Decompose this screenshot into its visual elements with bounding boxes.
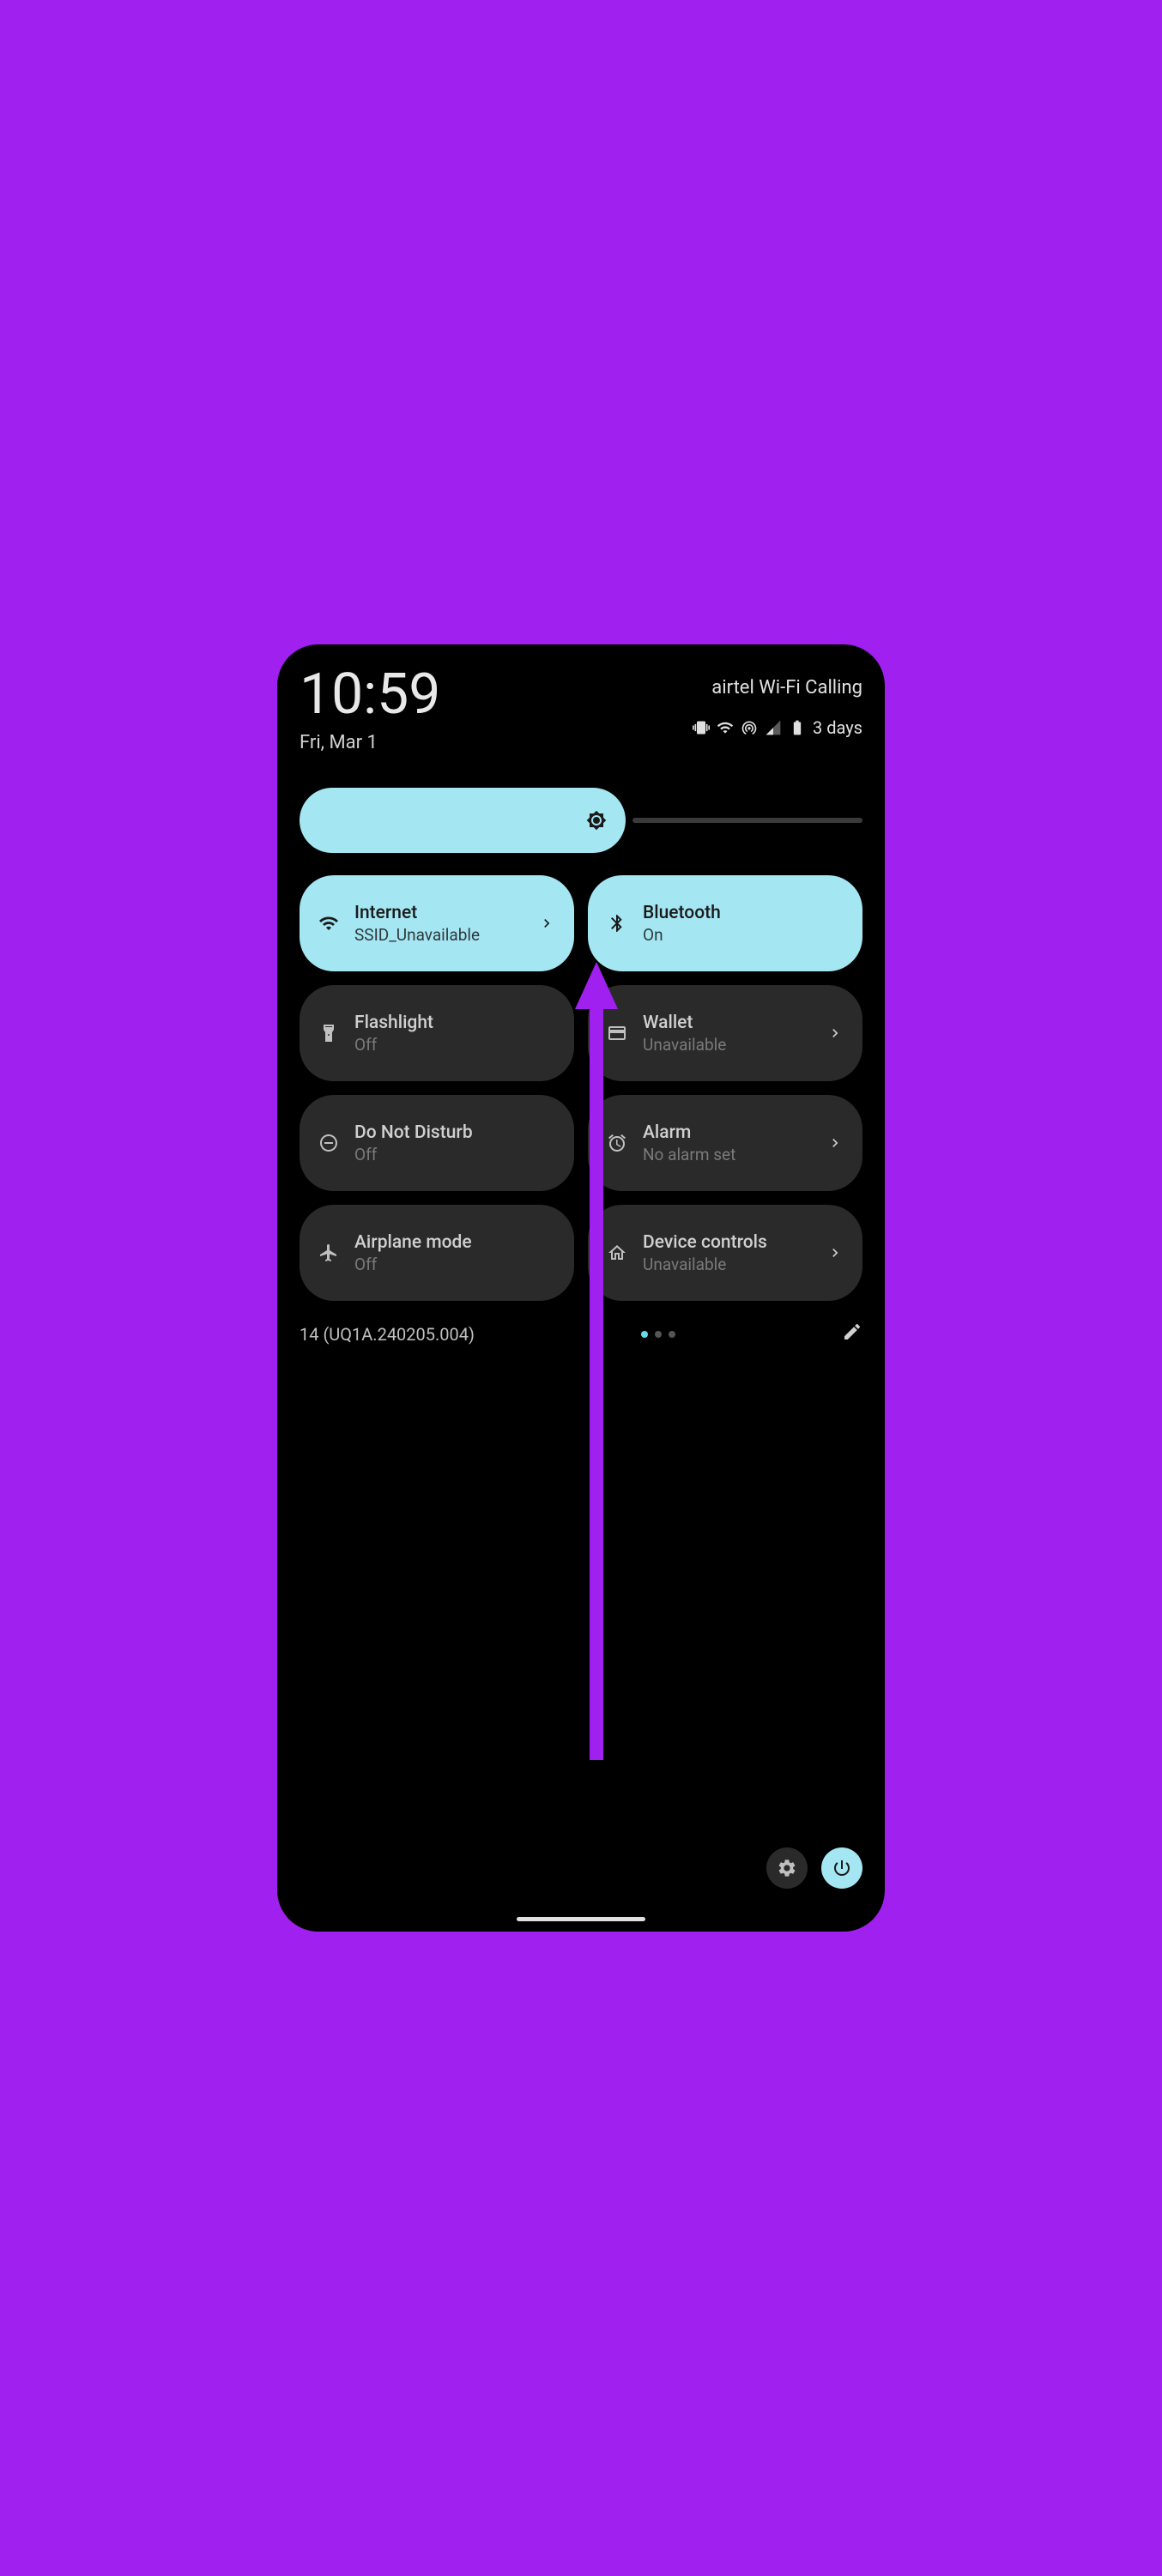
bottom-actions bbox=[766, 1847, 862, 1889]
settings-button[interactable] bbox=[766, 1847, 808, 1889]
dnd-tile[interactable]: Do Not Disturb Off bbox=[300, 1095, 574, 1191]
tile-title: Airplane mode bbox=[354, 1232, 555, 1253]
hotspot-icon bbox=[741, 719, 758, 736]
status-bar: 10:59 Fri, Mar 1 airtel Wi-Fi Calling 3 … bbox=[300, 667, 862, 753]
clock-time: 10:59 bbox=[300, 667, 440, 723]
alarm-icon bbox=[607, 1133, 627, 1153]
build-number: 14 (UQ1A.240205.004) bbox=[300, 1324, 475, 1345]
battery-text: 3 days bbox=[813, 717, 862, 738]
tile-subtitle: On bbox=[643, 925, 844, 945]
brightness-icon bbox=[586, 810, 607, 831]
phone-screen: 10:59 Fri, Mar 1 airtel Wi-Fi Calling 3 … bbox=[277, 644, 885, 1932]
wifi-icon bbox=[717, 719, 734, 736]
tile-subtitle: Unavailable bbox=[643, 1035, 811, 1055]
vibrate-icon bbox=[693, 719, 710, 736]
edit-button[interactable] bbox=[842, 1321, 862, 1346]
chevron-right-icon bbox=[826, 1025, 844, 1042]
power-button[interactable] bbox=[821, 1847, 862, 1889]
airplane-tile[interactable]: Airplane mode Off bbox=[300, 1205, 574, 1301]
tile-title: Do Not Disturb bbox=[354, 1122, 555, 1143]
tile-subtitle: No alarm set bbox=[643, 1145, 811, 1164]
page-indicator[interactable] bbox=[641, 1331, 675, 1338]
tile-subtitle: Off bbox=[354, 1255, 555, 1274]
power-icon bbox=[832, 1858, 852, 1878]
chevron-right-icon bbox=[538, 915, 555, 932]
quick-settings-grid: Internet SSID_Unavailable Bluetooth On F… bbox=[300, 875, 862, 1301]
flashlight-icon bbox=[318, 1023, 339, 1043]
tile-subtitle: Unavailable bbox=[643, 1255, 811, 1274]
wallet-tile[interactable]: Wallet Unavailable bbox=[588, 985, 862, 1081]
clock-date: Fri, Mar 1 bbox=[300, 732, 440, 753]
bluetooth-tile[interactable]: Bluetooth On bbox=[588, 875, 862, 971]
bluetooth-icon bbox=[607, 913, 627, 934]
carrier-label: airtel Wi-Fi Calling bbox=[711, 677, 862, 698]
wallet-icon bbox=[607, 1023, 627, 1043]
qs-footer: 14 (UQ1A.240205.004) bbox=[300, 1321, 862, 1346]
battery-icon bbox=[789, 719, 806, 736]
flashlight-tile[interactable]: Flashlight Off bbox=[300, 985, 574, 1081]
home-icon bbox=[607, 1243, 627, 1263]
dnd-icon bbox=[318, 1133, 339, 1153]
status-icons: 3 days bbox=[693, 717, 862, 738]
chevron-right-icon bbox=[826, 1244, 844, 1261]
navigation-pill[interactable] bbox=[517, 1917, 645, 1921]
wifi-icon bbox=[318, 913, 339, 934]
tile-subtitle: SSID_Unavailable bbox=[354, 925, 523, 945]
airplane-icon bbox=[318, 1243, 339, 1263]
tile-title: Flashlight bbox=[354, 1013, 555, 1033]
gear-icon bbox=[777, 1858, 797, 1878]
tile-title: Wallet bbox=[643, 1013, 811, 1033]
tile-title: Internet bbox=[354, 903, 523, 923]
tile-subtitle: Off bbox=[354, 1035, 555, 1055]
signal-icon bbox=[765, 719, 782, 736]
clock-date-block: 10:59 Fri, Mar 1 bbox=[300, 667, 440, 753]
tile-title: Bluetooth bbox=[643, 903, 844, 923]
chevron-right-icon bbox=[826, 1134, 844, 1152]
brightness-slider[interactable] bbox=[300, 788, 862, 853]
tile-title: Alarm bbox=[643, 1122, 811, 1143]
alarm-tile[interactable]: Alarm No alarm set bbox=[588, 1095, 862, 1191]
tile-subtitle: Off bbox=[354, 1145, 555, 1164]
tile-title: Device controls bbox=[643, 1232, 811, 1253]
internet-tile[interactable]: Internet SSID_Unavailable bbox=[300, 875, 574, 971]
device-controls-tile[interactable]: Device controls Unavailable bbox=[588, 1205, 862, 1301]
